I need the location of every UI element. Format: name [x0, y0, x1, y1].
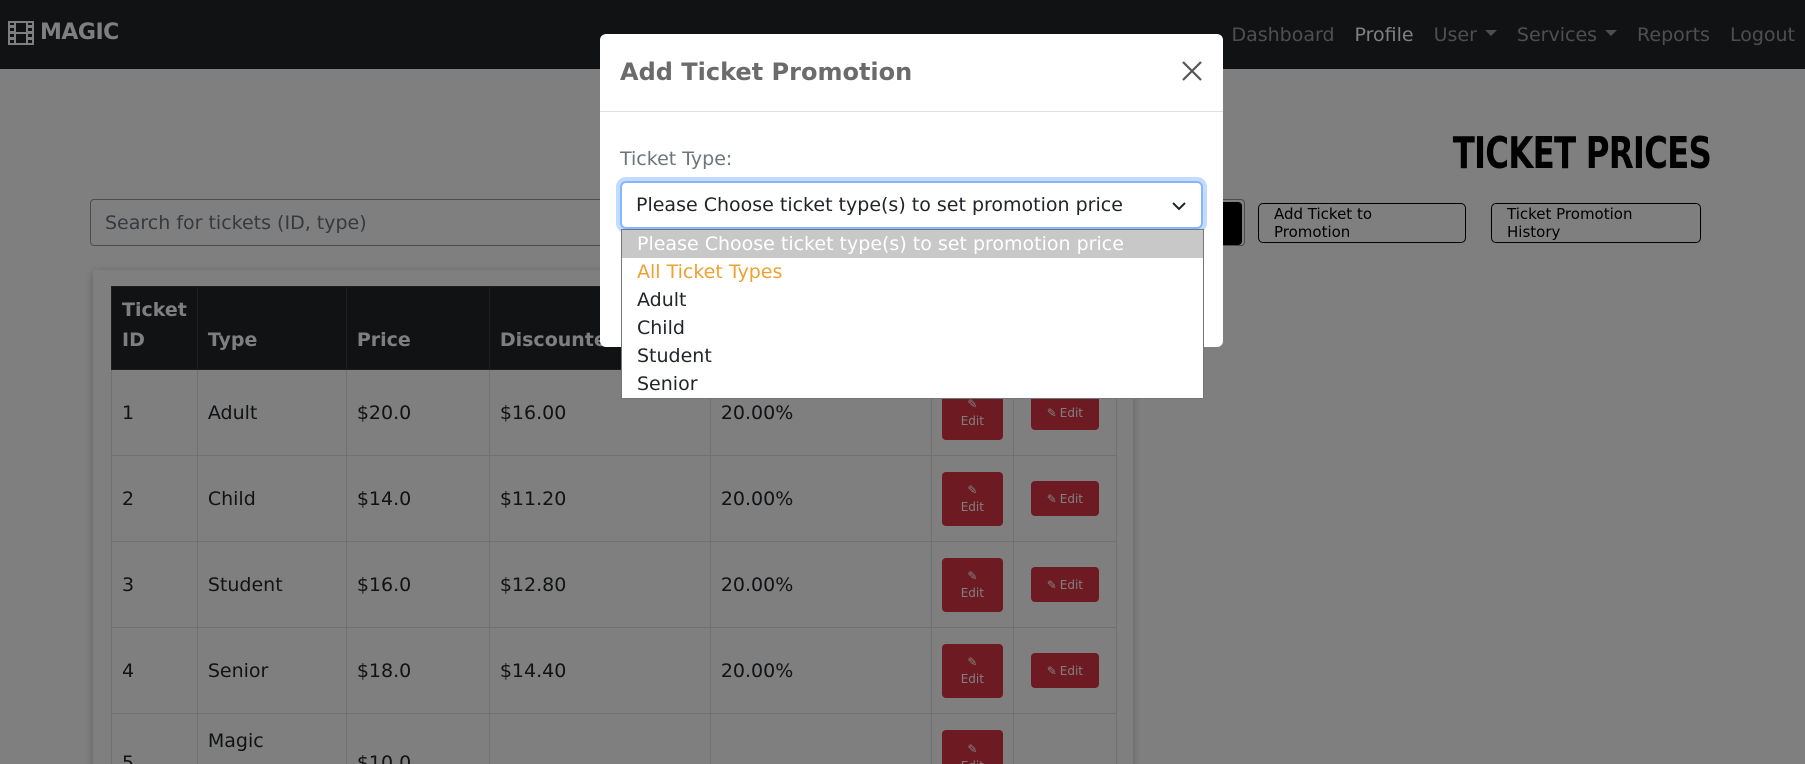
modal-title: Add Ticket Promotion	[620, 58, 913, 86]
option-adult[interactable]: Adult	[622, 286, 1203, 314]
option-senior[interactable]: Senior	[622, 370, 1203, 398]
option-child[interactable]: Child	[622, 314, 1203, 342]
ticket-type-options: Please Choose ticket type(s) to set prom…	[621, 229, 1204, 399]
chevron-down-icon	[1171, 194, 1187, 216]
ticket-type-select-value: Please Choose ticket type(s) to set prom…	[636, 194, 1123, 216]
close-icon[interactable]	[1177, 56, 1207, 86]
option-placeholder[interactable]: Please Choose ticket type(s) to set prom…	[622, 230, 1203, 258]
ticket-type-label: Ticket Type:	[620, 148, 733, 170]
option-all-ticket-types[interactable]: All Ticket Types	[622, 258, 1203, 286]
modal-header: Add Ticket Promotion	[600, 34, 1223, 112]
ticket-type-select[interactable]: Please Choose ticket type(s) to set prom…	[620, 181, 1203, 229]
option-student[interactable]: Student	[622, 342, 1203, 370]
